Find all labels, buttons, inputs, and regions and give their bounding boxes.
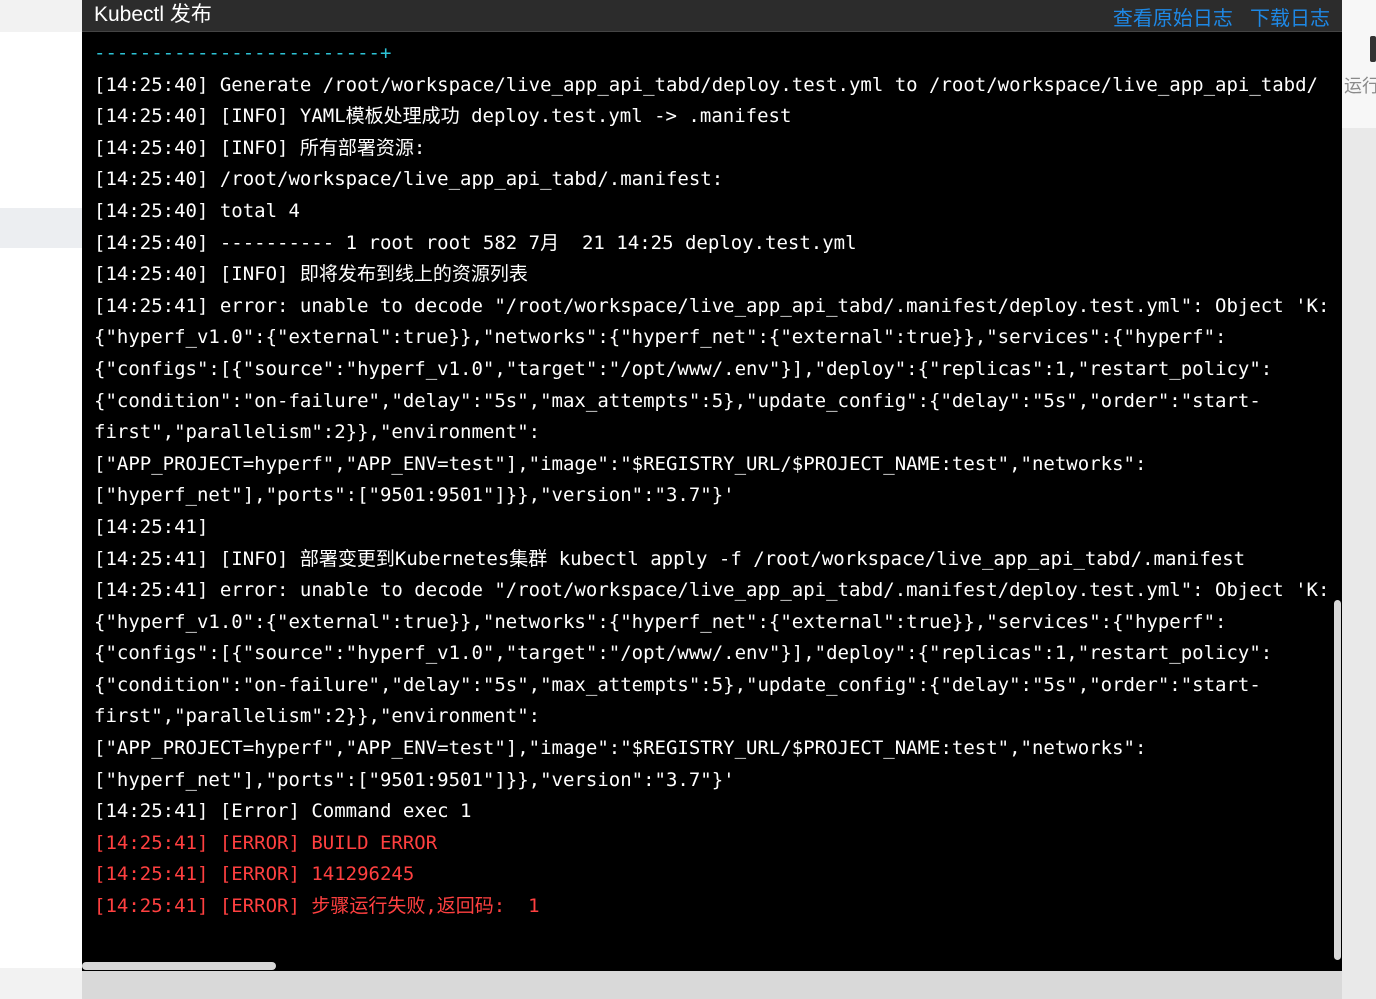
log-line: {"condition":"on-failure","delay":"5s","… xyxy=(94,673,1261,696)
log-line: {"hyperf_v1.0":{"external":true}},"netwo… xyxy=(94,326,1227,349)
log-line: ["APP_PROJECT=hyperf","APP_ENV=test"],"i… xyxy=(94,737,1147,760)
log-line: {"configs":[{"source":"hyperf_v1.0","tar… xyxy=(94,642,1273,665)
log-separator: -------------------------+ xyxy=(94,42,392,64)
log-line: first","parallelism":2}},"environment": xyxy=(94,705,541,728)
log-line: {"condition":"on-failure","delay":"5s","… xyxy=(94,389,1261,412)
log-line: [14:25:40] /root/workspace/live_app_api_… xyxy=(94,168,724,191)
modal-title: Kubectl 发布 xyxy=(94,3,212,26)
log-line: [14:25:41] [INFO] 部署变更到Kubernetes集群 kube… xyxy=(94,547,1246,570)
log-line: {"hyperf_v1.0":{"external":true}},"netwo… xyxy=(94,610,1227,633)
background-run-label: 运行 xyxy=(1344,76,1376,97)
log-line: ["hyperf_net"],"ports":["9501:9501"]}},"… xyxy=(94,768,735,791)
log-line: first","parallelism":2}},"environment": xyxy=(94,421,541,444)
view-raw-log-link[interactable]: 查看原始日志 xyxy=(1113,6,1233,30)
log-line: [14:25:40] [INFO] 所有部署资源: xyxy=(94,136,426,159)
background-left-row xyxy=(0,208,82,248)
header-actions: 查看原始日志 下载日志 xyxy=(1101,2,1330,31)
background-right-area xyxy=(1342,0,1376,999)
log-line: [14:25:40] [INFO] 即将发布到线上的资源列表 xyxy=(94,263,528,286)
log-line: [14:25:41] error: unable to decode "/roo… xyxy=(94,294,1330,317)
log-line: [14:25:40] Generate /root/workspace/live… xyxy=(94,73,1318,96)
vertical-scrollbar-thumb[interactable] xyxy=(1334,600,1341,960)
log-line: [14:25:41] error: unable to decode "/roo… xyxy=(94,579,1330,602)
log-line: {"configs":[{"source":"hyperf_v1.0","tar… xyxy=(94,357,1273,380)
log-line: [14:25:40] total 4 xyxy=(94,199,300,222)
log-line: [14:25:41] xyxy=(94,515,209,538)
log-line: [14:25:40] [INFO] YAML模板处理成功 deploy.test… xyxy=(94,105,792,128)
background-left-panel xyxy=(0,32,82,968)
log-output[interactable]: -------------------------+ [14:25:40] Gen… xyxy=(94,38,1332,958)
horizontal-scrollbar-thumb[interactable] xyxy=(82,962,276,970)
log-line-error: [14:25:41] [ERROR] 141296245 xyxy=(94,863,415,886)
background-right-card xyxy=(1342,0,1376,128)
log-line: ["APP_PROJECT=hyperf","APP_ENV=test"],"i… xyxy=(94,452,1147,475)
log-modal: Kubectl 发布 查看原始日志 下载日志 -----------------… xyxy=(82,0,1342,971)
modal-header: Kubectl 发布 查看原始日志 下载日志 xyxy=(82,0,1342,32)
download-log-link[interactable]: 下载日志 xyxy=(1250,6,1330,30)
log-line: [14:25:41] [Error] Command exec 1 xyxy=(94,800,472,823)
background-icon xyxy=(1370,36,1376,62)
log-line: ["hyperf_net"],"ports":["9501:9501"]}},"… xyxy=(94,484,735,507)
log-line: [14:25:40] ---------- 1 root root 582 7月… xyxy=(94,231,857,254)
log-line-error: [14:25:41] [ERROR] 步骤运行失败,返回码: 1 xyxy=(94,895,540,918)
log-line-error: [14:25:41] [ERROR] BUILD ERROR xyxy=(94,831,438,854)
